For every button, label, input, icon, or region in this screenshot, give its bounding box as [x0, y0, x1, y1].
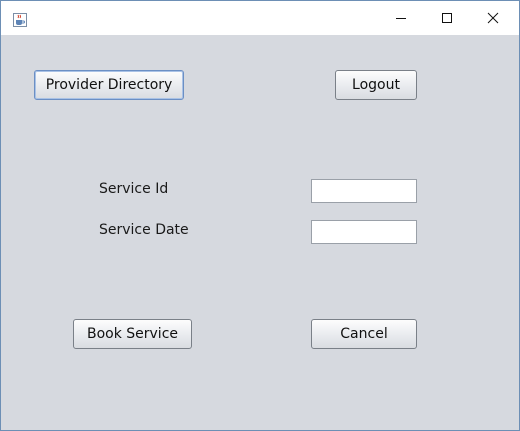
logout-button[interactable]: Logout: [335, 70, 417, 100]
minimize-icon: [396, 18, 406, 19]
book-service-button[interactable]: Book Service: [73, 319, 192, 349]
service-date-input[interactable]: [311, 220, 417, 244]
service-date-label: Service Date: [99, 222, 189, 238]
close-button[interactable]: [470, 1, 516, 35]
app-window: Provider Directory Logout Service Id Ser…: [0, 0, 520, 431]
content-pane: Provider Directory Logout Service Id Ser…: [5, 35, 515, 426]
maximize-icon: [442, 13, 452, 23]
cancel-button[interactable]: Cancel: [311, 319, 417, 349]
provider-directory-button[interactable]: Provider Directory: [34, 70, 184, 100]
close-icon: [487, 12, 499, 24]
java-cup-icon[interactable]: [13, 12, 27, 27]
service-id-label: Service Id: [99, 181, 169, 197]
minimize-button[interactable]: [378, 1, 424, 35]
maximize-button[interactable]: [424, 1, 470, 35]
title-bar[interactable]: [1, 1, 519, 35]
service-id-input[interactable]: [311, 179, 417, 203]
